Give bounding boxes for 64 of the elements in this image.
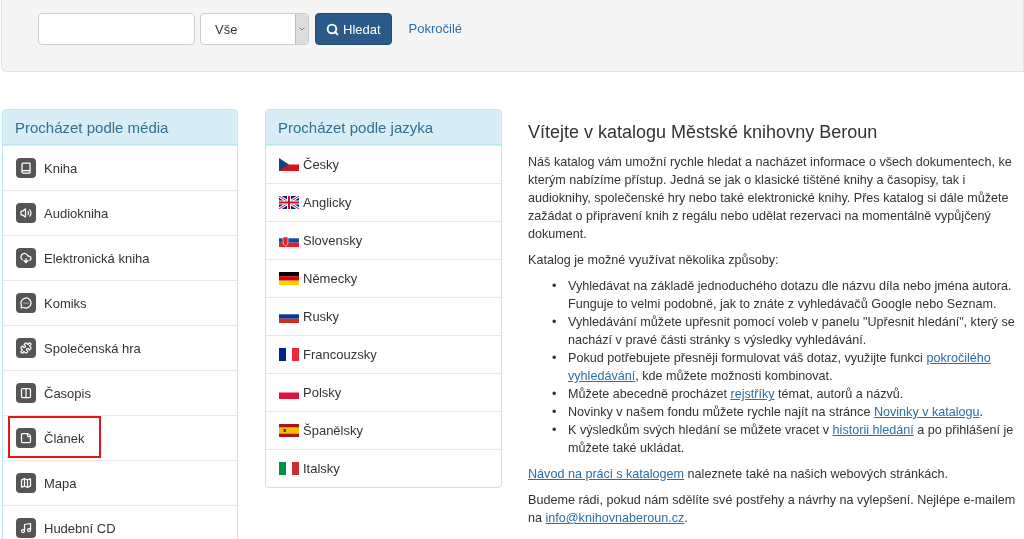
media-item[interactable]: Mapa xyxy=(3,460,237,505)
ways-intro: Katalog je možné využívat několika způsoby: xyxy=(528,252,780,269)
speech-bubble-icon xyxy=(16,293,36,313)
list-item: Novinky v našem fondu můžete rychle najít na stránce Novinky v katalogu. xyxy=(568,404,985,421)
intro-paragraph: Náš katalog vám umožní rychle hledat a nacházet informace o všech dokumentech, ke kterým nabízíme přístup. Jedná se jak o klasické tištěné knihy a časopisy, tak i audioknihy, společenské hry nebo také elektronické knihy. Přes katalog si dále můžete zažádat o připravení knih z regálu nebo udělat rezervaci na momentálně vypůjčený dokument. xyxy=(528,154,1013,243)
search-button[interactable]: Hledat xyxy=(315,13,392,45)
list-item: K výsledkům svých hledání se můžete vracet v historii hledání a po přihlášení je můžete také ukládat. xyxy=(568,422,1015,457)
columns-icon xyxy=(16,383,36,403)
language-item[interactable]: Rusky xyxy=(266,297,501,335)
flag-icon xyxy=(279,234,299,247)
media-item[interactable]: Audiokniha xyxy=(3,190,237,235)
text-link[interactable]: rejstříky xyxy=(730,387,775,401)
language-item[interactable]: Francouzsky xyxy=(266,335,501,373)
guide-paragraph: Návod na práci s katalogem naleznete také na našich webových stránkách. xyxy=(528,466,950,483)
text-link[interactable]: vyhledávání xyxy=(568,369,636,383)
bullet: • xyxy=(552,404,558,421)
language-item[interactable]: Španělsky xyxy=(266,411,501,449)
language-item[interactable]: Česky xyxy=(266,145,501,183)
puzzle-icon xyxy=(16,338,36,358)
advanced-search-link[interactable]: Pokročilé xyxy=(408,21,463,36)
language-item[interactable]: Německy xyxy=(266,259,501,297)
flag-icon xyxy=(279,158,299,171)
language-item[interactable]: Polsky xyxy=(266,373,501,411)
text-link[interactable]: Návod na práci s katalogem xyxy=(528,467,685,481)
welcome-heading: Vítejte v katalogu Městské knihovny Beroun xyxy=(528,122,879,143)
speaker-icon xyxy=(16,203,36,223)
media-item[interactable]: Elektronická kniha xyxy=(3,235,237,280)
list-item: Můžete abecedně procházet rejstříky témat, autorů a názvů. xyxy=(568,386,905,403)
flag-icon xyxy=(279,424,299,437)
list-item: Vyhledávat na základě jednoduchého dotazu dle názvu díla nebo jména autora. Funguje to velmi podobně, jak to znáte z vyhledávačů Google nebo Seznam. xyxy=(568,278,1013,313)
bullet: • xyxy=(552,278,558,295)
chevron-down-icon xyxy=(299,27,305,31)
map-icon xyxy=(16,473,36,493)
text-link[interactable]: historii hledání xyxy=(832,423,914,437)
search-field[interactable] xyxy=(38,13,195,45)
language-item[interactable]: Slovensky xyxy=(266,221,501,259)
cloud-download-icon xyxy=(16,248,36,268)
text-link[interactable]: Novinky v katalogu xyxy=(873,405,980,419)
flag-icon xyxy=(279,348,299,361)
media-item[interactable]: Hudební CD xyxy=(3,505,237,539)
flag-icon xyxy=(279,196,299,209)
bullet: • xyxy=(552,314,558,331)
language-item[interactable]: Anglicky xyxy=(266,183,501,221)
media-item[interactable]: Komiks xyxy=(3,280,237,325)
media-item[interactable]: Časopis xyxy=(3,370,237,415)
scope-select[interactable]: Vše xyxy=(200,13,309,45)
bullet: • xyxy=(552,386,558,403)
panel-title: Procházet podle jazyka xyxy=(266,110,501,145)
panel-title: Procházet podle média xyxy=(3,110,237,145)
flag-icon xyxy=(279,272,299,285)
language-item[interactable]: Italsky xyxy=(266,449,501,487)
list-item: Pokud potřebujete přesněji formulovat váš dotaz, využijte funkci pokročilého vyhledávání, kde můžete možnosti kombinovat. xyxy=(568,350,992,385)
search-icon xyxy=(326,22,339,36)
bullet: • xyxy=(552,350,558,367)
media-item[interactable]: Článek xyxy=(3,415,237,460)
note-icon xyxy=(16,428,36,448)
list-item: Vyhledávání můžete upřesnit pomocí voleb v panelu "Upřesnit hledání", který se nachází v pravé části stránky s výsledky vyhledávání. xyxy=(568,314,1016,349)
media-item[interactable]: Kniha xyxy=(3,145,237,190)
bullet: • xyxy=(552,422,558,439)
text-link[interactable]: pokročilého xyxy=(926,351,991,365)
book-icon xyxy=(16,158,36,178)
feedback-paragraph: Budeme rádi, pokud nám sdělíte své postřehy a návrhy na vylepšení. Nejlépe e-mailem na info@knihovnaberoun.cz. xyxy=(528,492,1017,527)
flag-icon xyxy=(279,462,299,475)
media-item[interactable]: Společenská hra xyxy=(3,325,237,370)
